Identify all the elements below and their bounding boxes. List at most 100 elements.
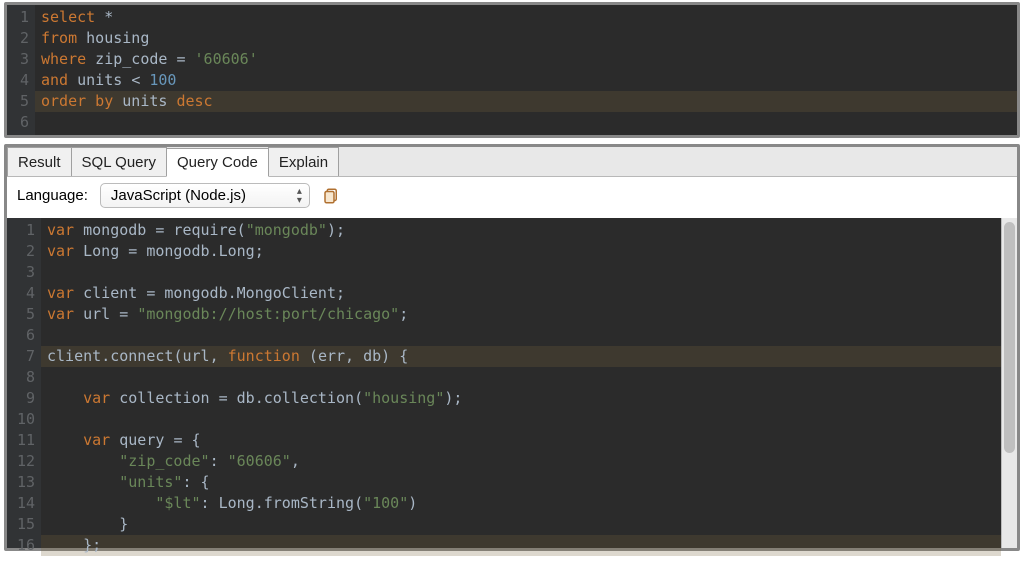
token-op: ; [399, 305, 408, 323]
token-kw: var [83, 389, 110, 407]
token-paren: ) [408, 494, 417, 512]
query-code-editor[interactable]: 12345678910111213141516 var mongodb = re… [7, 218, 1001, 548]
token-ident: connect [110, 347, 173, 365]
code-line[interactable]: select * [41, 7, 1011, 28]
language-select-wrap: JavaScript (Node.js) ▴▾ [100, 183, 310, 208]
token-op: . [101, 347, 110, 365]
line-number: 13 [15, 472, 35, 493]
vertical-scrollbar[interactable] [1001, 218, 1017, 548]
sql-editor[interactable]: 123456 select *from housingwhere zip_cod… [7, 5, 1017, 135]
code-line[interactable]: var Long = mongodb.Long; [47, 241, 995, 262]
results-panel: ResultSQL QueryQuery CodeExplain Languag… [4, 144, 1020, 551]
code-line[interactable]: var mongodb = require("mongodb"); [47, 220, 995, 241]
token-str: "60606" [228, 452, 291, 470]
code-line[interactable]: "zip_code": "60606", [47, 451, 995, 472]
token-paren: ) { [381, 347, 408, 365]
line-number: 6 [15, 112, 29, 133]
code-line[interactable]: "units": { [47, 472, 995, 493]
token-op: , [210, 347, 228, 365]
sql-code-area[interactable]: select *from housingwhere zip_code = '60… [35, 5, 1017, 135]
line-number: 7 [15, 346, 35, 367]
code-line[interactable]: var query = { [47, 430, 995, 451]
token-op: , [291, 452, 300, 470]
token-num: 100 [149, 71, 176, 89]
line-number: 1 [15, 7, 29, 28]
code-line[interactable]: } [47, 514, 995, 535]
code-line[interactable]: "$lt": Long.fromString("100") [47, 493, 995, 514]
line-number: 16 [15, 535, 35, 556]
token-ident: client [47, 347, 101, 365]
token-ident: fromString [264, 494, 354, 512]
sql-gutter: 123456 [7, 5, 35, 135]
code-line[interactable] [47, 262, 995, 283]
code-line[interactable] [41, 112, 1011, 133]
token-ident [47, 389, 83, 407]
tab-explain[interactable]: Explain [268, 147, 339, 176]
token-ident [47, 452, 119, 470]
code-line[interactable]: where zip_code = '60606' [41, 49, 1011, 70]
token-op: . [255, 494, 264, 512]
line-number: 8 [15, 367, 35, 388]
token-kw: where [41, 50, 86, 68]
token-kw: var [47, 305, 74, 323]
token-ident: query [110, 431, 173, 449]
token-op: ; [453, 389, 462, 407]
code-line[interactable] [47, 367, 995, 388]
token-paren: ( [354, 494, 363, 512]
token-op: ; [336, 284, 345, 302]
code-line[interactable] [47, 325, 995, 346]
token-str: "housing" [363, 389, 444, 407]
line-number: 14 [15, 493, 35, 514]
code-line[interactable] [47, 409, 995, 430]
token-ident: Long [219, 242, 255, 260]
token-ident: collection [264, 389, 354, 407]
code-line[interactable]: var url = "mongodb://host:port/chicago"; [47, 304, 995, 325]
token-ident [300, 347, 309, 365]
token-op: . [228, 284, 237, 302]
token-paren: ( [354, 389, 363, 407]
token-paren: ) [327, 221, 336, 239]
tab-query-code[interactable]: Query Code [166, 148, 269, 177]
token-str: "100" [363, 494, 408, 512]
language-select[interactable]: JavaScript (Node.js) [100, 183, 310, 208]
code-line[interactable]: var collection = db.collection("housing"… [47, 388, 995, 409]
code-line[interactable]: var client = mongodb.MongoClient; [47, 283, 995, 304]
code-line[interactable]: client.connect(url, function (err, db) { [47, 346, 995, 367]
token-ident: mongodb [74, 221, 155, 239]
token-ident: MongoClient [237, 284, 336, 302]
js-code-area[interactable]: var mongodb = require("mongodb");var Lon… [41, 218, 1001, 548]
token-ident [47, 473, 119, 491]
query-code-area-wrap: 12345678910111213141516 var mongodb = re… [7, 218, 1017, 548]
tab-sql-query[interactable]: SQL Query [71, 147, 167, 176]
token-ident: client [74, 284, 146, 302]
token-str: '60606' [195, 50, 258, 68]
token-ident [47, 494, 155, 512]
token-op: * [95, 8, 113, 26]
token-op: . [210, 242, 219, 260]
token-kw: var [47, 242, 74, 260]
code-line[interactable]: from housing [41, 28, 1011, 49]
line-number: 9 [15, 388, 35, 409]
language-label: Language: [17, 187, 88, 204]
token-kw: select [41, 8, 95, 26]
token-ident [128, 305, 137, 323]
code-line[interactable]: order by units desc [41, 91, 1011, 112]
code-line[interactable]: }; [47, 535, 995, 556]
token-paren: { [201, 473, 210, 491]
line-number: 1 [15, 220, 35, 241]
tab-result[interactable]: Result [7, 147, 72, 176]
token-ident: url [74, 305, 119, 323]
copy-to-clipboard-icon[interactable] [322, 187, 340, 205]
token-kw: function [228, 347, 300, 365]
line-number: 15 [15, 514, 35, 535]
token-op: = [176, 50, 194, 68]
line-number: 2 [15, 28, 29, 49]
sql-editor-panel: 123456 select *from housingwhere zip_cod… [4, 2, 1020, 138]
code-line[interactable]: and units < 100 [41, 70, 1011, 91]
line-number: 11 [15, 430, 35, 451]
scroll-thumb[interactable] [1004, 222, 1015, 453]
token-op: < [131, 71, 149, 89]
token-ident: err [318, 347, 345, 365]
token-kw: from [41, 29, 77, 47]
line-number: 5 [15, 304, 35, 325]
